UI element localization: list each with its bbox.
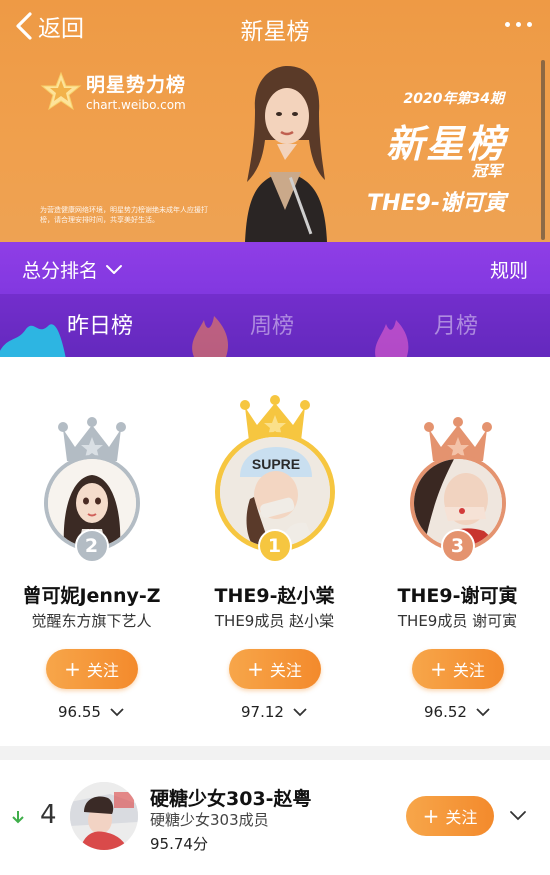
follow-button[interactable]: + 关注	[411, 649, 504, 689]
svg-text:SUPRE: SUPRE	[251, 456, 299, 472]
plus-icon: +	[64, 657, 81, 681]
star-logo-icon	[40, 71, 82, 111]
issue-label: 2020年第34期	[403, 91, 504, 107]
podium: 2 曾可妮Jenny-Z 觉醒东方旗下艺人 + 关注 96.55 SUPRE 1…	[0, 357, 550, 747]
star-score: 95.74分	[150, 835, 208, 853]
star-desc: 硬糖少女303成员	[150, 811, 269, 829]
scrollbar[interactable]	[541, 60, 545, 240]
logo-name: 明星势力榜	[86, 74, 187, 96]
follow-button[interactable]: + 关注	[45, 649, 138, 689]
plus-icon: +	[247, 657, 264, 681]
chart-logo: 明星势力榜 chart.weibo.com	[40, 70, 186, 112]
period-tabs: 昨日榜 周榜 月榜	[0, 294, 550, 357]
champion-name: THE9-谢可寅	[367, 191, 506, 216]
more-dots-icon[interactable]	[505, 22, 532, 27]
plus-icon: +	[422, 804, 440, 828]
arrow-down-icon	[12, 811, 24, 824]
wave-decoration-icon	[0, 324, 66, 357]
score-dropdown[interactable]: 96.55	[0, 703, 183, 721]
star-name[interactable]: THE9-谢可寅	[366, 581, 549, 608]
champion-portrait	[245, 66, 327, 242]
list-item[interactable]: 4 硬糖少女303-赵粤 硬糖少女303成员 95.74分 + 关注	[0, 760, 550, 875]
score-dropdown[interactable]: 96.52	[366, 703, 549, 721]
follow-button[interactable]: + 关注	[406, 796, 494, 836]
avatar[interactable]	[70, 782, 138, 850]
star-desc: THE9成员 谢可寅	[397, 612, 518, 630]
chevron-down-icon	[110, 708, 124, 717]
rank-medal: 2	[74, 529, 109, 563]
chevron-down-icon	[476, 708, 490, 717]
sort-label: 总分排名	[22, 260, 99, 282]
star-name[interactable]: THE9-赵小棠	[183, 581, 366, 608]
section-divider	[0, 746, 550, 760]
sort-dropdown[interactable]: 总分排名	[22, 256, 124, 283]
banner-header: 返回 新星榜 明星势力榜 chart.weibo.com 为营造健康网络环境，明…	[0, 0, 550, 242]
star-desc: 觉醒东方旗下艺人	[31, 612, 152, 630]
flame-decoration-icon	[192, 316, 229, 357]
navigation-bar: 返回 新星榜	[0, 0, 550, 54]
star-desc: THE9成员 赵小棠	[214, 612, 335, 630]
score-dropdown[interactable]: 97.12	[183, 703, 366, 721]
star-name[interactable]: 曾可妮Jenny-Z	[0, 581, 183, 608]
tab-yesterday[interactable]: 昨日榜	[67, 308, 133, 340]
logo-url: chart.weibo.com	[86, 98, 186, 112]
flame-decoration-icon	[375, 320, 409, 357]
chevron-down-icon	[293, 708, 307, 717]
chevron-down-icon	[106, 264, 123, 274]
champion-label: 冠军	[471, 162, 502, 180]
rank-medal: 1	[257, 529, 292, 563]
chevron-down-icon[interactable]	[509, 810, 527, 822]
follow-button[interactable]: + 关注	[228, 649, 321, 689]
tab-weekly[interactable]: 周榜	[250, 308, 294, 340]
tab-monthly[interactable]: 月榜	[434, 308, 478, 340]
minor-notice: 为营造健康网络环境，明星势力榜谢绝未成年人应援打榜，请合理安排时间，共享美好生活…	[40, 206, 208, 224]
rank-number: 4	[40, 800, 57, 830]
plus-icon: +	[430, 657, 447, 681]
rules-link[interactable]: 规则	[490, 256, 528, 283]
rank-medal: 3	[440, 529, 475, 563]
ranking-section: 总分排名 规则 昨日榜 周榜 月榜	[0, 242, 550, 357]
star-name[interactable]: 硬糖少女303-赵粤	[150, 784, 312, 811]
page-title: 新星榜	[240, 19, 310, 45]
